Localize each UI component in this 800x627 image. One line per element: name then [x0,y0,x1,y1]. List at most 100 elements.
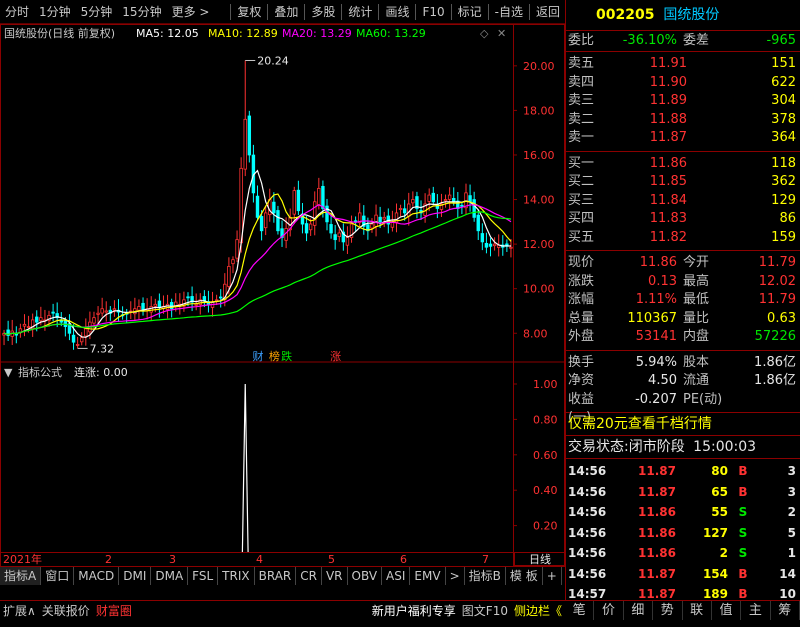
quote-row: 现价 11.86 今开 11.79 [566,254,800,273]
tool-button-0[interactable]: 复权 [232,0,266,24]
related-quote-button[interactable]: 关联报价 [39,602,93,619]
candle [80,332,84,346]
bids-row[interactable]: 买五 11.82 159 [566,229,800,248]
period-label[interactable]: 日线 [514,552,565,566]
right-tab-3[interactable]: 势 [653,601,683,620]
promo-link[interactable]: 新用户福利专享 [369,602,459,619]
right-tab-2[interactable]: 细 [624,601,654,620]
wealth-circle-link[interactable]: 财富圈 [93,602,135,619]
candle [2,329,6,346]
indicator-tab-8[interactable]: CR [296,566,322,585]
collapse-icon[interactable]: ◇ [480,27,489,40]
price-label: 20.00 [523,60,555,73]
tool-button-2[interactable]: 多股 [306,0,340,24]
indicator-tab-7[interactable]: BRAR [255,566,297,585]
event-marker-1[interactable]: 榜 [269,349,280,363]
quote-row: 总量 110367 量比 0.63 [566,310,800,329]
indicator-tab-4[interactable]: DMA [151,566,189,585]
tool-button-6[interactable]: 标记 [453,0,487,24]
close-icon[interactable]: ✕ [497,27,506,40]
tool-button-7[interactable]: -自选 [490,0,528,24]
asks-row[interactable]: 卖二 11.88 378 [566,111,800,130]
tool-button-1[interactable]: 叠加 [269,0,303,24]
candle [415,191,419,219]
candle [112,300,117,317]
bids-row[interactable]: 买二 11.85 362 [566,173,800,192]
info-label: 收益(一) [568,391,595,426]
bids-row[interactable]: 买三 11.84 129 [566,192,800,211]
tool-button-8[interactable]: 返回 [531,0,565,24]
event-marker-3[interactable]: 涨 [330,350,341,363]
asks-volume: 151 [771,56,796,71]
quote-label: 现价 [568,255,595,270]
bids-volume: 129 [771,192,796,208]
period-tab-0[interactable]: 分时 [0,0,34,24]
asks-row[interactable]: 卖四 11.90 622 [566,74,800,93]
indicator-tab-6[interactable]: TRIX [218,566,255,585]
candle [304,216,309,242]
indicator-tab-16[interactable]: + [543,566,562,585]
indicator-tab-11[interactable]: ASI [382,566,411,585]
tick-p: 11.87 [638,566,676,581]
tick-t: 14:56 [568,566,607,581]
tick-row: 14:56 11.87 154 B 14 [566,564,800,585]
indicator-tab-14[interactable]: 指标B [465,566,506,585]
bids-row[interactable]: 买一 11.86 118 [566,155,800,174]
right-tab-7[interactable]: 筹 [771,601,800,620]
indicator-tab-3[interactable]: DMI [119,566,152,585]
tool-button-3[interactable]: 统计 [343,0,377,24]
asks-row[interactable]: 卖三 11.89 304 [566,92,800,111]
right-tab-4[interactable]: 联 [683,601,712,620]
bids-volume: 159 [771,229,796,245]
period-tab-3[interactable]: 15分钟 [117,0,166,24]
indicator-title[interactable]: ▼ [4,366,13,379]
right-tab-0[interactable]: 笔 [565,601,595,620]
asks-label: 卖五 [568,56,595,71]
legend-text-4: MA60: 13.29 [356,27,426,40]
candle [382,211,386,228]
indicator-tab-13[interactable]: > [446,566,465,585]
candle [198,293,202,315]
quote-value: 0.13 [648,273,677,289]
right-tab-1[interactable]: 价 [594,601,624,620]
candle [488,237,493,257]
asks-row[interactable]: 卖一 11.87 364 [566,129,800,148]
indicator-tab-1[interactable]: 窗口 [41,566,75,585]
tool-button-4[interactable]: 画线 [380,0,414,24]
expand-button[interactable]: 扩展∧ [0,602,39,619]
right-tab-5[interactable]: 值 [712,601,742,620]
trade-state: 交易状态:闭市阶段 15:00:03 [566,436,800,458]
event-marker-0[interactable]: 财 [253,349,264,363]
asks-label: 卖二 [568,111,595,127]
kline-chart[interactable]: 国统股份(日线 前复权) MA5: 12.05 MA10: 12.89 MA20: 1… [0,24,565,566]
tick-n: 2 [787,505,796,519]
indicator-tab-10[interactable]: OBV [348,566,383,585]
candle [398,204,403,217]
f10-link[interactable]: 图文F10 [459,602,511,619]
indicator-tab-12[interactable]: EMV [410,566,446,585]
event-marker-2[interactable]: 跌 [281,349,292,363]
tick-s: B [738,484,748,499]
candle [18,323,23,338]
level2-promo[interactable]: 仅需20元查看千档行情 [566,413,800,435]
indicator-tab-0[interactable]: 指标A [0,566,42,585]
asks-row[interactable]: 卖五 11.91 151 [566,55,800,74]
tick-t: 14:56 [568,525,607,540]
period-tab-1[interactable]: 1分钟 [34,0,76,24]
sidebar-toggle[interactable]: 侧边栏《 [511,602,565,619]
tool-button-5[interactable]: F10 [417,0,449,24]
candle [292,186,296,225]
bids-row[interactable]: 买四 11.83 86 [566,210,800,229]
stock-header: 002205 国统股份 [566,0,800,30]
indicator-tab-15[interactable]: 模 板 [506,566,543,585]
indicator-spike [241,383,249,562]
ind-axis-label: 0.80 [533,413,558,426]
candle [14,326,19,344]
right-tab-6[interactable]: 主 [741,601,771,620]
period-tab-4[interactable]: 更多 > [167,0,215,24]
asks-volume: 364 [771,130,796,145]
period-tab-2[interactable]: 5分钟 [76,0,118,24]
indicator-tab-5[interactable]: FSL [188,566,219,585]
indicator-tab-9[interactable]: VR [322,566,348,585]
indicator-tab-2[interactable]: MACD [74,566,120,585]
